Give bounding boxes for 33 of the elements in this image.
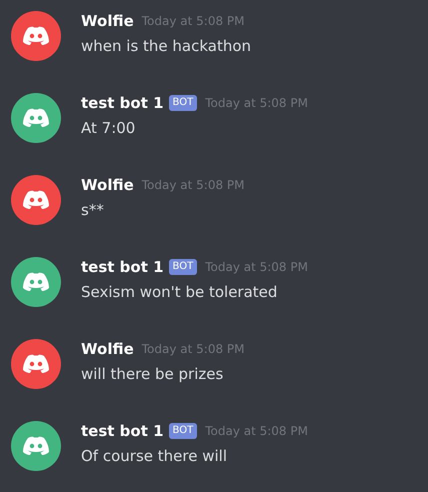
author-name[interactable]: test bot 1 <box>81 422 164 440</box>
bot-tag: BOT <box>168 423 198 439</box>
bot-tag: BOT <box>168 259 198 275</box>
timestamp: Today at 5:08 PM <box>205 424 308 438</box>
message-text: Of course there will <box>81 447 228 465</box>
controller-icon <box>22 354 50 374</box>
message-text: At 7:00 <box>81 119 136 137</box>
message-text: will there be prizes <box>81 365 224 383</box>
author-name[interactable]: Wolfie <box>81 176 134 194</box>
author-name[interactable]: Wolfie <box>81 340 134 358</box>
author-name[interactable]: test bot 1 <box>81 258 164 276</box>
avatar[interactable] <box>11 93 61 143</box>
controller-icon <box>22 436 50 456</box>
message-text: Sexism won't be tolerated <box>81 283 278 301</box>
avatar[interactable] <box>11 339 61 389</box>
avatar[interactable] <box>11 11 61 61</box>
message-text: s** <box>81 201 105 219</box>
controller-icon <box>22 108 50 128</box>
message-text: when is the hackathon <box>81 37 252 55</box>
timestamp: Today at 5:08 PM <box>142 14 244 28</box>
timestamp: Today at 5:08 PM <box>205 260 308 274</box>
avatar[interactable] <box>11 175 61 225</box>
author-name[interactable]: Wolfie <box>81 12 134 30</box>
avatar[interactable] <box>11 421 61 471</box>
timestamp: Today at 5:08 PM <box>142 178 244 192</box>
timestamp: Today at 5:08 PM <box>205 96 308 110</box>
avatar[interactable] <box>11 257 61 307</box>
controller-icon <box>22 272 50 292</box>
controller-icon <box>22 26 50 46</box>
timestamp: Today at 5:08 PM <box>142 342 244 356</box>
controller-icon <box>22 190 50 210</box>
author-name[interactable]: test bot 1 <box>81 94 164 112</box>
bot-tag: BOT <box>168 95 198 111</box>
